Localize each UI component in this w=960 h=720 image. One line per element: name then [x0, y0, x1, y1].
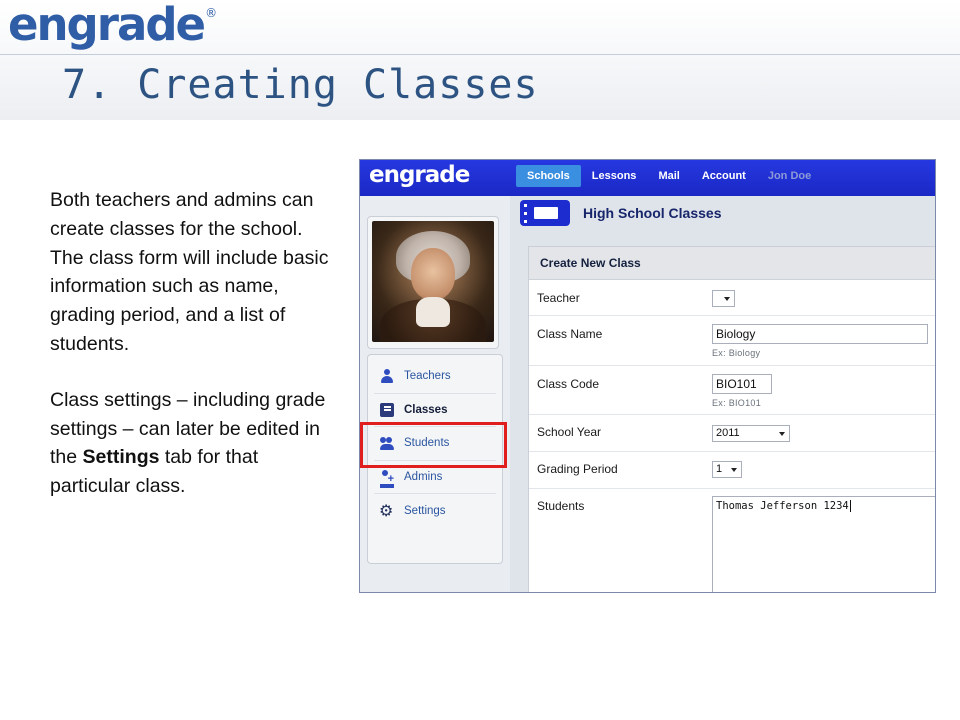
grading-period-value: 1 [716, 463, 723, 475]
app-screenshot: engrade Schools Lessons Mail Account Jon… [359, 159, 936, 593]
teacher-label: Teacher [537, 291, 580, 305]
book-icon [380, 402, 394, 417]
sidebar-item-label: Teachers [404, 370, 451, 383]
class-name-label: Class Name [537, 327, 603, 341]
body-copy: Both teachers and admins can create clas… [50, 186, 340, 501]
panel-header: High School Classes [520, 200, 721, 226]
grading-period-select[interactable]: 1 [712, 461, 742, 478]
sidebar-item-label: Admins [404, 470, 443, 483]
slide-header: engrade ® 7. Creating Classes [0, 0, 960, 120]
grading-period-label: Grading Period [537, 462, 618, 476]
sidebar-item-teachers[interactable]: Teachers [374, 360, 496, 394]
class-name-control: Biology Ex: Biology [712, 324, 928, 358]
chevron-down-icon [731, 468, 737, 472]
students-label: Students [537, 499, 585, 513]
chevron-down-icon [724, 297, 730, 301]
add-admin-icon [380, 469, 394, 488]
text-cursor [849, 500, 851, 512]
nav-mail[interactable]: Mail [647, 165, 690, 187]
header-divider [0, 54, 960, 55]
app-logo[interactable]: engrade [369, 162, 470, 188]
profile-photo [372, 221, 494, 342]
slide-title: 7. Creating Classes [62, 62, 539, 108]
app-topbar: engrade Schools Lessons Mail Account Jon… [360, 160, 935, 196]
nav-schools[interactable]: Schools [516, 165, 581, 187]
class-name-hint: Ex: Biology [712, 348, 761, 358]
teacher-select[interactable] [712, 290, 735, 307]
person-icon [380, 369, 394, 384]
logo-wordmark: engrade [8, 0, 206, 51]
students-row: Students Thomas Jefferson 1234 [529, 489, 935, 592]
school-year-value: 2011 [716, 427, 740, 439]
sidebar-item-settings[interactable]: Settings [374, 494, 496, 528]
sidebar-item-label: Classes [404, 403, 448, 416]
school-year-row: School Year 2011 [529, 415, 935, 452]
engrade-logo: engrade ® [8, 0, 217, 54]
form-heading: Create New Class [529, 247, 935, 280]
school-year-label: School Year [537, 425, 602, 439]
teacher-row: Teacher [529, 281, 935, 316]
class-code-input[interactable]: BIO101 [712, 374, 772, 394]
registered-mark: ® [205, 6, 218, 20]
class-name-row: Class Name Biology Ex: Biology [529, 316, 935, 366]
classes-icon [520, 200, 570, 226]
create-class-form: Create New Class Teacher Class Name Biol… [528, 246, 935, 592]
top-nav: Schools Lessons Mail Account Jon Doe [516, 165, 822, 187]
paragraph-settings: Class settings – including grade setting… [50, 386, 340, 501]
nav-lessons[interactable]: Lessons [581, 165, 648, 187]
class-name-input[interactable]: Biology [712, 324, 928, 344]
school-year-select[interactable]: 2011 [712, 425, 790, 442]
grading-period-row: Grading Period 1 [529, 452, 935, 489]
chevron-down-icon [779, 432, 785, 436]
sidebar-item-label: Settings [404, 504, 446, 517]
app-main: Teachers Classes Students Admins Setting… [360, 196, 935, 592]
class-code-control: BIO101 Ex: BIO101 [712, 374, 772, 408]
paragraph-intro: Both teachers and admins can create clas… [50, 189, 329, 355]
students-textarea[interactable]: Thomas Jefferson 1234 [712, 496, 935, 592]
nav-user-name[interactable]: Jon Doe [757, 165, 822, 187]
gear-icon [379, 501, 394, 520]
panel-title: High School Classes [583, 205, 722, 221]
class-code-label: Class Code [537, 377, 600, 391]
settings-emphasis: Settings [82, 446, 160, 469]
nav-account[interactable]: Account [691, 165, 757, 187]
portrait-collar [416, 297, 450, 327]
profile-photo-frame [367, 216, 499, 349]
classes-highlight-box [360, 422, 507, 468]
class-code-hint: Ex: BIO101 [712, 398, 762, 408]
class-code-row: Class Code BIO101 Ex: BIO101 [529, 366, 935, 415]
students-value: Thomas Jefferson 1234 [716, 500, 849, 512]
portrait-face [411, 248, 455, 300]
